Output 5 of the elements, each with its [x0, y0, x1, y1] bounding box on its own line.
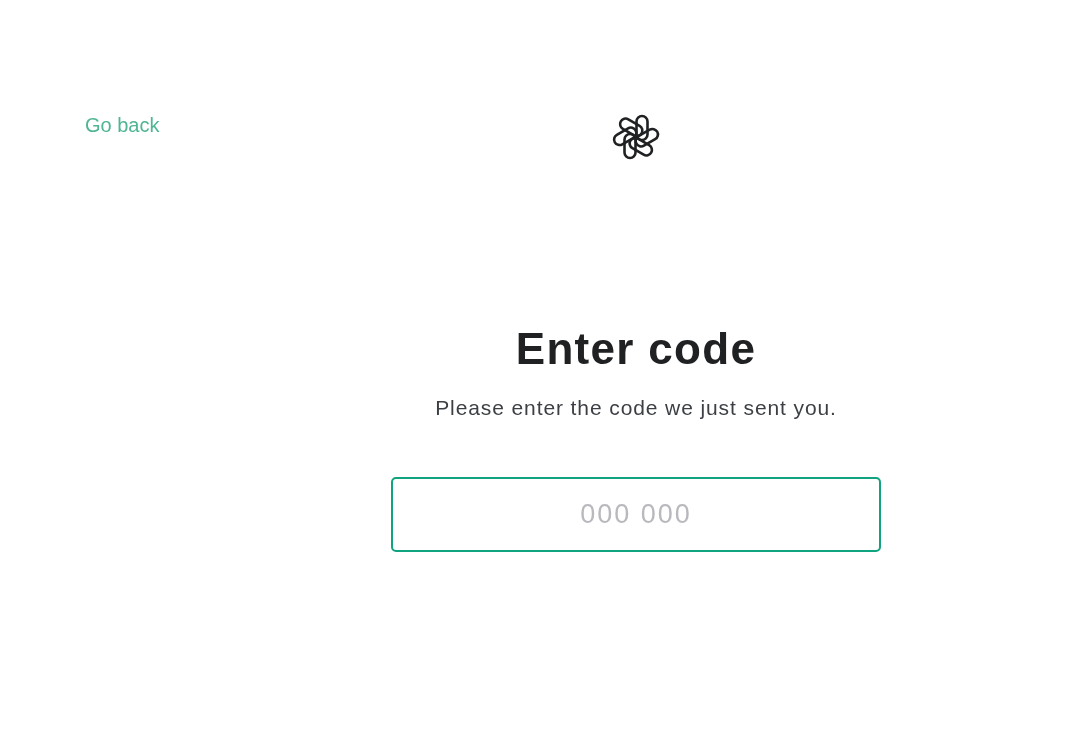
logo-icon	[612, 113, 660, 161]
instruction-text: Please enter the code we just sent you.	[435, 396, 837, 420]
page-heading: Enter code	[515, 324, 757, 374]
code-input-field[interactable]: 000 000	[391, 477, 881, 552]
go-back-link[interactable]: Go back	[85, 113, 160, 137]
